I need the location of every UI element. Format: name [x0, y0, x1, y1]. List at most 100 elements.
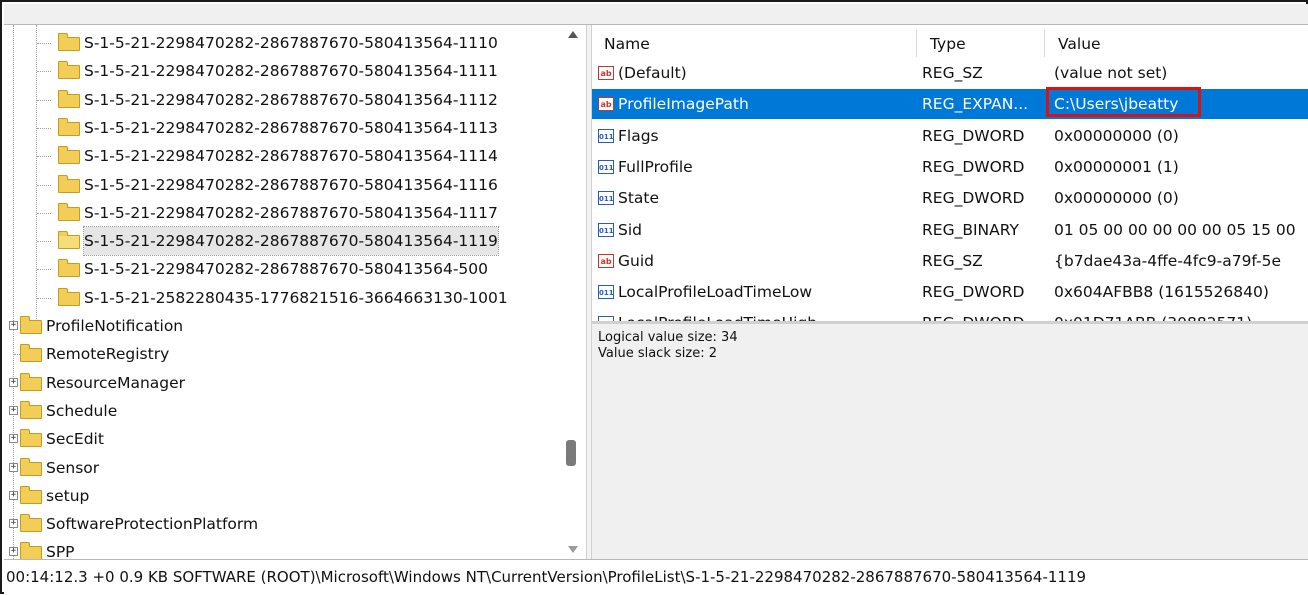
- value-row[interactable]: 011 Flags REG_DWORD 0x00000000 (0): [592, 121, 1308, 151]
- folder-icon: [20, 316, 42, 334]
- tree-connector: [37, 212, 51, 214]
- tree-vertical-scrollbar[interactable]: [560, 25, 584, 559]
- expand-plus-icon[interactable]: +: [9, 377, 18, 387]
- expand-plus-icon[interactable]: +: [9, 434, 18, 444]
- value-detail-pane: Logical value size: 34 Value slack size:…: [592, 324, 1308, 559]
- slack-size-text: Value slack size: 2: [598, 346, 717, 361]
- string-value-icon: ab: [598, 253, 614, 268]
- logical-size-text: Logical value size: 34: [598, 330, 738, 345]
- folder-icon: [58, 202, 80, 221]
- value-type: REG_DWORD: [922, 189, 1025, 208]
- expand-plus-icon[interactable]: +: [9, 547, 18, 557]
- tree-item-sid-key[interactable]: S-1-5-21-2298470282-2867887670-580413564…: [4, 226, 560, 257]
- binary-value-icon: 011: [598, 222, 614, 237]
- highlight-annotation-box: [1046, 87, 1201, 118]
- folder-icon: [58, 174, 80, 193]
- expand-plus-icon[interactable]: +: [9, 321, 18, 330]
- expand-plus-icon[interactable]: +: [9, 462, 18, 472]
- tree-item-label: RemoteRegistry: [46, 345, 170, 364]
- expand-plus-icon[interactable]: +: [9, 519, 18, 529]
- tree-item-key[interactable]: + Sensor: [4, 454, 560, 482]
- tree-item-sid-key[interactable]: S-1-5-21-2298470282-2867887670-580413564…: [4, 142, 560, 170]
- tree-connector: [37, 297, 51, 299]
- value-row[interactable]: 011 State REG_DWORD 0x00000000 (0): [592, 183, 1308, 213]
- tree-connector: [37, 127, 51, 129]
- value-row-partial[interactable]: 011LocalProfileLoadTimeHighREG_DWORD0x01…: [592, 308, 1308, 321]
- value-row[interactable]: ab ProfileImagePath REG_EXPAN... C:\Users\j…: [592, 87, 1308, 120]
- column-divider[interactable]: [1044, 29, 1045, 57]
- scroll-up-arrow-icon[interactable]: [568, 31, 578, 38]
- scroll-thumb[interactable]: [566, 440, 576, 466]
- value-row[interactable]: 011 LocalProfileLoadTimeLow REG_DWORD 0x604…: [592, 277, 1308, 307]
- folder-icon: [20, 485, 42, 504]
- tree-item-label: S-1-5-21-2298470282-2867887670-580413564…: [84, 118, 498, 137]
- tree-item-sid-key[interactable]: S-1-5-21-2298470282-2867887670-580413564…: [4, 86, 560, 114]
- tree-item-sid-key[interactable]: S-1-5-21-2298470282-2867887670-580413564…: [4, 29, 560, 57]
- tree-connector: [37, 156, 51, 158]
- value-row[interactable]: ab (Default) REG_SZ (value not set): [592, 58, 1308, 88]
- folder-icon: [58, 146, 80, 165]
- tree-item-label: S-1-5-21-2298470282-2867887670-580413564…: [83, 226, 499, 257]
- column-header-type[interactable]: Type: [930, 35, 966, 53]
- tree-item-label: S-1-5-21-2298470282-2867887670-580413564…: [84, 62, 498, 81]
- tree-item-key[interactable]: + ResourceManager: [4, 369, 560, 397]
- tree-item-sid-key[interactable]: S-1-5-21-2298470282-2867887670-580413564…: [4, 114, 560, 142]
- folder-icon: [58, 89, 80, 108]
- tree-item-label: Sensor: [46, 458, 100, 477]
- binary-value-icon: 011: [598, 191, 614, 206]
- tree-item-key[interactable]: + Schedule: [4, 397, 560, 425]
- folder-icon: [20, 344, 42, 363]
- tree-connector: [37, 43, 51, 44]
- tree-item-label: SPP: [46, 543, 75, 559]
- value-data: (value not set): [1054, 64, 1168, 82]
- column-header-name[interactable]: Name: [604, 35, 650, 53]
- value-data: 0x00000000 (0): [1054, 126, 1179, 145]
- tree-item-key[interactable]: + SPP: [4, 538, 560, 559]
- tree-connector: [37, 184, 51, 186]
- expand-plus-icon[interactable]: +: [9, 490, 18, 500]
- tree-item-sid-key[interactable]: S-1-5-21-2298470282-2867887670-580413564…: [4, 171, 560, 199]
- value-name: Guid: [618, 251, 654, 270]
- folder-icon: [20, 514, 42, 533]
- string-value-icon: ab: [598, 66, 614, 80]
- value-name: LocalProfileLoadTimeLow: [618, 283, 813, 302]
- value-row[interactable]: 011 Sid REG_BINARY 01 05 00 00 00 00 00 05 …: [592, 215, 1308, 245]
- registry-viewer-window: S-1-5-21-2298470282-2867887670-580413564…: [0, 0, 1308, 594]
- tree-item-key[interactable]: + SecEdit: [4, 425, 560, 453]
- tree-item-key[interactable]: + SoftwareProtectionPlatform: [4, 510, 560, 538]
- tree-item-label: ProfileNotification: [46, 317, 184, 335]
- value-row[interactable]: ab Guid REG_SZ {b7dae43a-4ffe-4fc9-a79f-5e: [592, 246, 1308, 276]
- value-type: REG_DWORD: [922, 283, 1025, 302]
- tree-item-sid-key[interactable]: S-1-5-21-2298470282-2867887670-580413564…: [4, 57, 560, 85]
- tree-item-sid-key[interactable]: S-1-5-21-2298470282-2867887670-580413564…: [4, 255, 560, 283]
- value-row[interactable]: 011 FullProfile REG_DWORD 0x00000001 (1): [592, 152, 1308, 182]
- binary-value-icon: 011: [598, 159, 614, 174]
- value-name: FullProfile: [618, 157, 693, 176]
- tree-item-key[interactable]: + ProfileNotification: [4, 312, 560, 340]
- value-name: (Default): [618, 64, 687, 82]
- status-bar: 00:14:12.3 +0 0.9 KB SOFTWARE (ROOT)\Mic…: [4, 559, 1308, 594]
- values-pane[interactable]: Name Type Value ab (Default) REG_SZ (value …: [592, 25, 1308, 321]
- folder-icon: [20, 372, 42, 391]
- key-tree-pane[interactable]: S-1-5-21-2298470282-2867887670-580413564…: [4, 25, 586, 559]
- value-type: REG_BINARY: [922, 220, 1019, 239]
- value-data: 0x00000000 (0): [1054, 189, 1179, 208]
- tree-item-sid-key[interactable]: S-1-5-21-2582280435-1776821516-366466313…: [4, 284, 560, 312]
- folder-icon: [20, 429, 42, 448]
- value-name: ProfileImagePath: [618, 95, 749, 114]
- tree-item-label: S-1-5-21-2298470282-2867887670-580413564…: [84, 203, 498, 222]
- tree-item-key[interactable]: + setup: [4, 482, 560, 510]
- folder-icon: [58, 287, 80, 306]
- scroll-down-arrow-icon[interactable]: [568, 546, 578, 553]
- expand-plus-icon[interactable]: +: [9, 405, 18, 415]
- tree-item-sid-key[interactable]: S-1-5-21-2298470282-2867887670-580413564…: [4, 199, 560, 227]
- folder-icon: [58, 117, 80, 136]
- value-type: REG_SZ: [922, 251, 983, 270]
- column-header-value[interactable]: Value: [1058, 35, 1101, 53]
- value-type: REG_DWORD: [922, 157, 1025, 176]
- value-data: 01 05 00 00 00 00 00 05 15 00: [1054, 220, 1296, 239]
- column-divider[interactable]: [916, 29, 917, 57]
- tree-connector: [37, 269, 51, 271]
- tree-item-key[interactable]: RemoteRegistry: [4, 340, 560, 368]
- tree-item-label: S-1-5-21-2298470282-2867887670-580413564…: [84, 260, 489, 279]
